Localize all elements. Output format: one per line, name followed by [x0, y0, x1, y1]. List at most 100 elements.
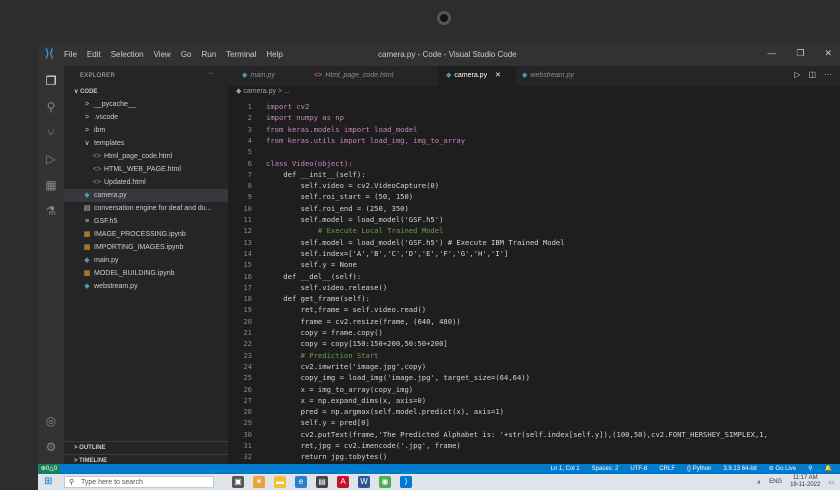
code-line[interactable]: 15 self.y = None [228, 260, 840, 270]
menu-edit[interactable]: Edit [87, 50, 101, 59]
code-line[interactable]: 13 self.model = load_model('GSF.h5') # E… [228, 238, 840, 248]
file-tree-item[interactable]: ◆ webstream.py [64, 280, 228, 293]
run-icon[interactable]: ▷ [794, 70, 800, 79]
tab-webstream-py[interactable]: ◆ webstream.py [516, 66, 592, 86]
store-icon[interactable]: ▤ [316, 476, 328, 488]
tab-main-py[interactable]: ◆ main.py [236, 66, 306, 86]
menu-file[interactable]: File [64, 50, 77, 59]
code-line[interactable]: 5 [228, 147, 840, 157]
menu-run[interactable]: Run [201, 50, 216, 59]
run-debug-icon[interactable]: ▷ [44, 152, 58, 166]
problems-indicator[interactable]: ⊗0△0 [38, 464, 60, 474]
clock[interactable]: 11:17 AM 19-11-2022 [790, 475, 820, 489]
pdf-icon[interactable]: A [337, 476, 349, 488]
menu-go[interactable]: Go [181, 50, 192, 59]
code-line[interactable]: 18 def get_frame(self): [228, 294, 840, 304]
menu-selection[interactable]: Selection [111, 50, 144, 59]
code-line[interactable]: 30 cv2.putText(frame,'The Predicted Alph… [228, 430, 840, 440]
gear-icon[interactable]: ⚙ [44, 440, 58, 454]
maximize-button[interactable]: ❐ [796, 48, 804, 59]
task-view-icon[interactable]: ▣ [232, 476, 244, 488]
weather-icon[interactable]: ☀ [253, 476, 265, 488]
minimize-button[interactable]: — [767, 48, 776, 59]
split-editor-icon[interactable]: ◫ [808, 70, 816, 79]
windows-start-icon[interactable]: ⊞ [44, 477, 52, 487]
close-button[interactable]: ✕ [824, 48, 832, 59]
code-line[interactable]: 11 self.model = load_model('GSF.h5') [228, 215, 840, 225]
breadcrumb[interactable]: ◆ camera.py > ... [228, 86, 290, 98]
code-line[interactable]: 32 return jpg.tobytes() [228, 452, 840, 462]
code-line[interactable]: 9 self.roi_start = (50, 150) [228, 192, 840, 202]
tray-chevron-icon[interactable]: ∧ [757, 479, 761, 486]
interpreter[interactable]: 3.9.13 64-bit [723, 464, 756, 474]
menu-terminal[interactable]: Terminal [226, 50, 256, 59]
file-tree-item[interactable]: ▦ IMAGE_PROCESSING.ipynb [64, 228, 228, 241]
file-tree-item[interactable]: ◆ main.py [64, 254, 228, 267]
chrome-icon[interactable]: ◉ [379, 476, 391, 488]
code-line[interactable]: 1 import cv2 [228, 102, 840, 112]
testing-icon[interactable]: ⚗ [44, 204, 58, 218]
code-line[interactable]: 14 self.index=['A','B','C','D','E','F','… [228, 249, 840, 259]
code-line[interactable]: 10 self.roi_end = (250, 350) [228, 204, 840, 214]
code-line[interactable]: 6 class Video(object): [228, 159, 840, 169]
tab-html-page-code[interactable]: <> Html_page_code.html [308, 66, 422, 86]
tab-camera-py[interactable]: ◆ camera.py ✕ [438, 66, 516, 86]
code-line[interactable]: 4 from keras.utils import load_img, img_t… [228, 136, 840, 146]
word-icon[interactable]: W [358, 476, 370, 488]
menu-view[interactable]: View [154, 50, 171, 59]
code-editor[interactable]: 1 import cv2 2 import numpy as np 3 from kera… [228, 98, 840, 464]
outline-section[interactable]: > OUTLINE [64, 441, 228, 454]
code-line[interactable]: 31 ret,jpg = cv2.imencode('.jpg', frame) [228, 441, 840, 451]
file-tree-item[interactable]: ◆ camera.py [64, 189, 228, 202]
line-ending[interactable]: CRLF [659, 464, 675, 474]
cursor-position[interactable]: Ln 1, Col 1 [551, 464, 580, 474]
code-line[interactable]: 24 cv2.imwrite('image.jpg',copy) [228, 362, 840, 372]
notifications-icon[interactable]: 🔔 [825, 464, 832, 474]
code-line[interactable]: 26 x = img_to_array(copy_img) [228, 385, 840, 395]
edge-icon[interactable]: e [295, 476, 307, 488]
file-tree-item[interactable]: ∨ templates [64, 137, 228, 150]
more-actions-icon[interactable]: ··· [207, 70, 214, 77]
code-line[interactable]: 27 x = np.expand_dims(x, axis=0) [228, 396, 840, 406]
file-tree-item[interactable]: ≡ GSF.h5 [64, 215, 228, 228]
code-line[interactable]: 22 copy = copy[150:150+200,50:50+200] [228, 339, 840, 349]
workspace-root[interactable]: ∨ CODE [74, 88, 97, 95]
file-explorer-icon[interactable]: ▬ [274, 476, 286, 488]
code-line[interactable]: 16 def __del__(self): [228, 272, 840, 282]
go-live-button[interactable]: ⊘ Go Live [769, 464, 796, 474]
code-line[interactable]: 12 # Execute Local Trained Model [228, 226, 840, 236]
file-tree-item[interactable]: > ibm [64, 124, 228, 137]
code-line[interactable]: 28 pred = np.argmax(self.model.predict(x… [228, 407, 840, 417]
menu-help[interactable]: Help [266, 50, 282, 59]
extensions-icon[interactable]: ▦ [44, 178, 58, 192]
code-line[interactable]: 20 frame = cv2.resize(frame, (640, 480)) [228, 317, 840, 327]
code-line[interactable]: 29 self.y = pred[0] [228, 418, 840, 428]
notification-center-icon[interactable]: ▭ [828, 479, 834, 486]
feedback-icon[interactable]: ⚲ [808, 464, 812, 474]
indentation[interactable]: Spaces: 2 [592, 464, 619, 474]
code-line[interactable]: 3 from keras.models import load_model [228, 125, 840, 135]
source-control-icon[interactable]: ⑂ [44, 126, 58, 140]
more-icon[interactable]: ··· [824, 70, 832, 79]
search-icon[interactable]: ⚲ [44, 100, 58, 114]
file-tree-item[interactable]: ▤ conversation engine for deaf and du... [64, 202, 228, 215]
file-tree-item[interactable]: ▦ IMPORTING_IMAGES.ipynb [64, 241, 228, 254]
file-tree-item[interactable]: > .vscode [64, 111, 228, 124]
code-line[interactable]: 7 def __init__(self): [228, 170, 840, 180]
code-line[interactable]: 21 copy = frame.copy() [228, 328, 840, 338]
taskbar-search[interactable]: ⚲ Type here to search [64, 476, 214, 488]
close-tab-icon[interactable]: ✕ [495, 72, 501, 79]
language-indicator[interactable]: ENG [769, 479, 782, 485]
code-line[interactable]: 23 # Prediction Start [228, 351, 840, 361]
file-tree-item[interactable]: ▦ MODEL_BUILDING.ipynb [64, 267, 228, 280]
file-tree-item[interactable]: > __pycache__ [64, 98, 228, 111]
language-mode[interactable]: {} Python [687, 464, 711, 474]
code-line[interactable]: 17 self.video.release() [228, 283, 840, 293]
code-line[interactable]: 25 copy_img = load_img('image.jpg', targ… [228, 373, 840, 383]
account-icon[interactable]: ◎ [44, 414, 58, 428]
code-line[interactable]: 19 ret,frame = self.video.read() [228, 305, 840, 315]
code-line[interactable]: 8 self.video = cv2.VideoCapture(0) [228, 181, 840, 191]
file-tree-item[interactable]: <> HTML_WEB_PAGE.html [64, 163, 228, 176]
file-tree-item[interactable]: <> Updated.html [64, 176, 228, 189]
vscode-taskbar-icon[interactable]: ⟩ [400, 476, 412, 488]
